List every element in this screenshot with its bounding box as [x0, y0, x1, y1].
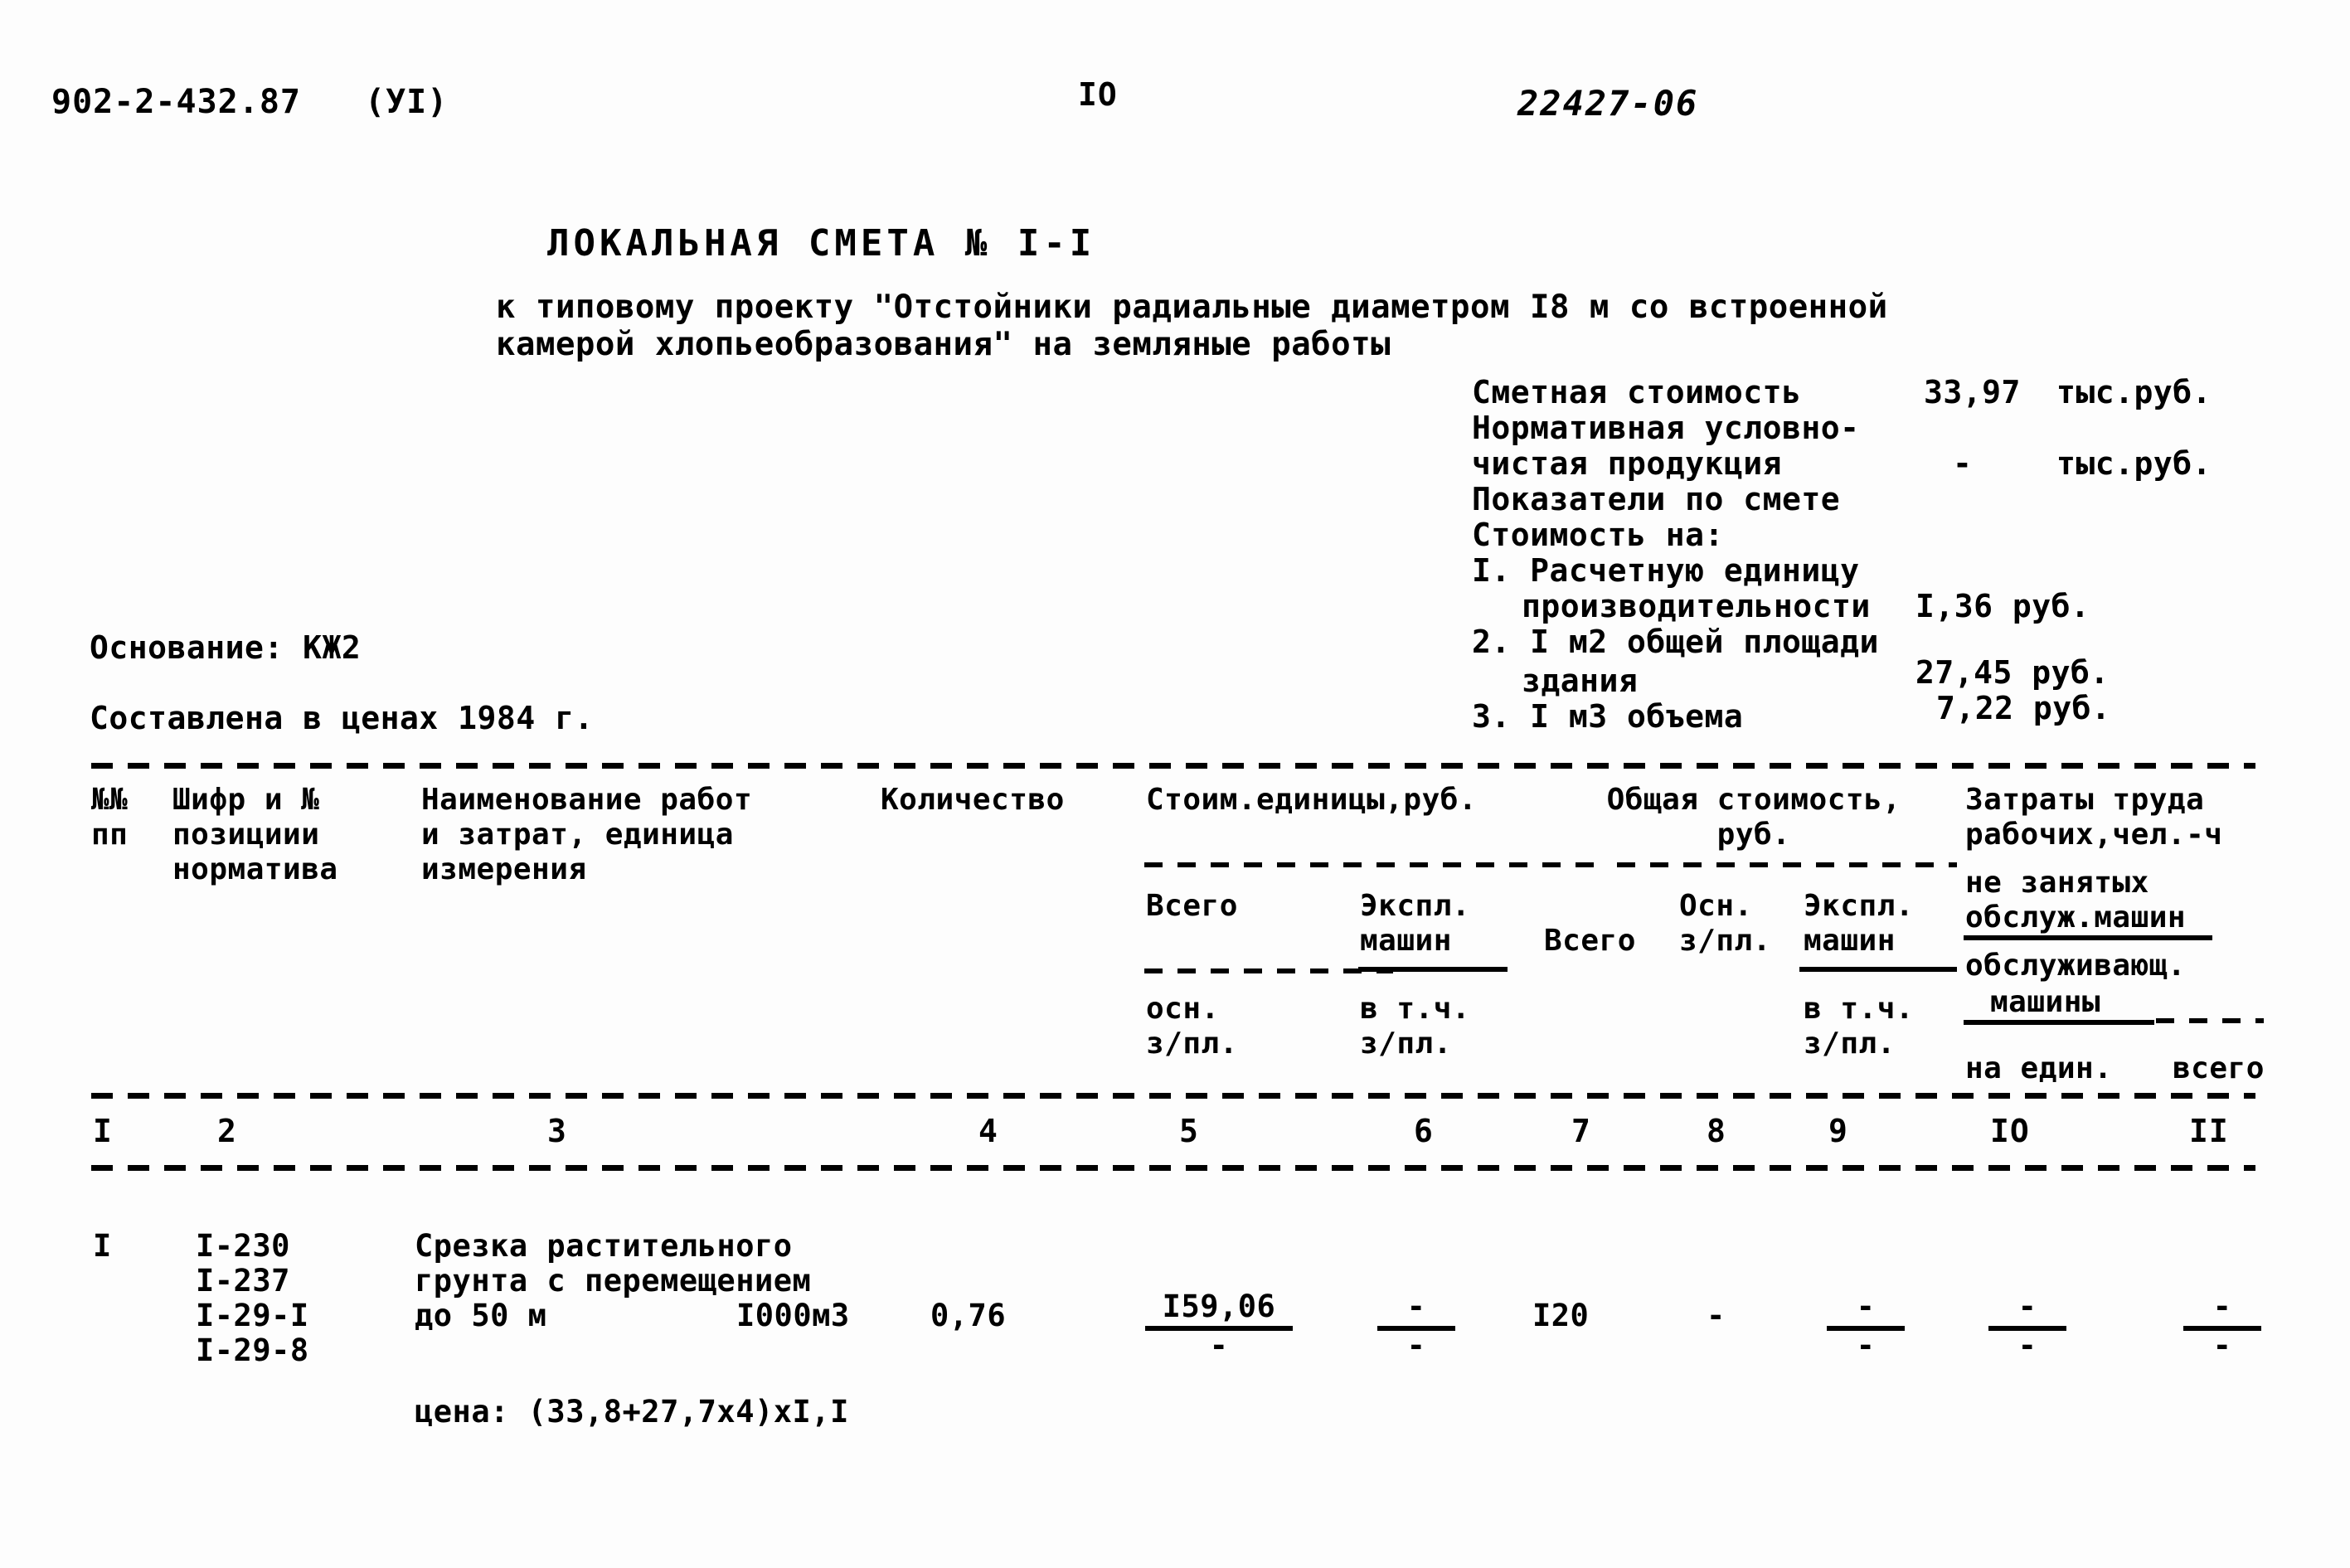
column-header-unit-cost-group: Стоим.единицы,руб. — [1146, 783, 1478, 817]
subheader-vsego-labour: всего — [2173, 1051, 2265, 1085]
subtitle-line-1: к типовому проекту "Отстойники радиальны… — [496, 289, 1888, 326]
page-title: ЛОКАЛЬНАЯ СМЕТА № I-I — [547, 222, 1096, 265]
subheader-ekspl-mashin: Экспл. машин — [1360, 889, 1471, 958]
column-numbers-top-rule — [91, 1093, 2255, 1099]
mashiny-underline — [1964, 1020, 2154, 1025]
summary-label-proizvoditelnosti: производительности — [1522, 588, 1871, 624]
unit-cost-machine-denominator: - — [1406, 1328, 1426, 1363]
labour-group-rule — [2156, 1018, 2264, 1023]
table-top-rule — [91, 763, 2255, 769]
summary-label-raschetnuyu: I. Расчетную единицу — [1472, 552, 1860, 589]
total-machine-numerator: - — [1856, 1289, 1876, 1324]
table-row-total-vsego: I20 — [1532, 1298, 1590, 1333]
summary-unit-smetnaya: тыс.руб. — [2056, 374, 2212, 410]
column-header-quantity: Количество — [881, 783, 1065, 817]
column-number-5: 5 — [1179, 1113, 1199, 1149]
table-row-unit-cost-machine: - - — [1367, 1289, 1466, 1363]
column-header-code: Шифр и № позициии норматива — [172, 783, 338, 886]
subheader-mashiny: машины — [1990, 985, 2101, 1019]
column-number-2: 2 — [217, 1113, 237, 1149]
summary-label-chistaya: чистая продукция — [1472, 445, 1783, 482]
table-row-total-osn-zpl: - — [1707, 1298, 1726, 1333]
table-row-unit: I000м3 — [736, 1298, 850, 1333]
subheader-vsego-total: Всего — [1544, 924, 1636, 958]
basis-label: Основание: КЖ2 — [90, 629, 362, 666]
subheader-obsluzhivayushch: обслуживающ. — [1965, 949, 2187, 983]
column-number-1: I — [93, 1113, 113, 1149]
summary-label-zdaniya: здания — [1522, 663, 1639, 699]
labour-vsego-numerator: - — [2212, 1289, 2232, 1324]
summary-value-smetnaya: 33,97 — [1924, 374, 2021, 410]
column-number-10: IO — [1990, 1113, 2030, 1149]
subheader-obsluzh-mashin: обслуж.машин — [1965, 901, 2187, 934]
column-header-total-cost-group: Общая стоимость, руб. — [1606, 783, 1901, 852]
column-number-6: 6 — [1414, 1113, 1434, 1149]
labour-vsego-denominator: - — [2212, 1328, 2232, 1363]
obsluzh-mashin-underline — [1964, 935, 2212, 940]
column-number-4: 4 — [978, 1113, 998, 1149]
table-row-labour-na-edin: - - — [1978, 1289, 2077, 1363]
subtitle-line-2: камерой хлопьеобразования" на земляные р… — [496, 326, 1391, 363]
total-cost-group-rule — [1617, 862, 1957, 867]
column-header-no: №№ пп — [91, 783, 129, 852]
document-page: 902-2-432.87 (УI) IO 22427-06 ЛОКАЛЬНАЯ … — [0, 0, 2350, 1568]
summary-label-obshchey-ploshchadi: 2. I м2 общей площади — [1472, 624, 1879, 660]
section-roman-numeral: (УI) — [365, 83, 449, 121]
summary-value-chistaya: - — [1953, 445, 1973, 482]
table-row-name-2: грунта с перемещением — [415, 1263, 812, 1299]
subheader-na-edin: на един. — [1965, 1051, 2113, 1085]
column-header-name: Наименование работ и затрат, единица изм… — [421, 783, 753, 886]
subheader-osn-zpl: Осн. з/пл. — [1679, 889, 1771, 958]
table-row-name-3: до 50 м — [415, 1298, 547, 1333]
summary-value-zdaniya: 27,45 руб. — [1915, 654, 2110, 691]
ekspl-mashin-underline — [1358, 967, 1508, 972]
unit-cost-total-denominator: - — [1209, 1328, 1229, 1363]
unit-cost-total-numerator: I59,06 — [1162, 1289, 1276, 1324]
total-machine-denominator: - — [1856, 1328, 1876, 1363]
column-number-9: 9 — [1828, 1113, 1848, 1149]
subheader-osn-zpl-unit: осн. з/пл. — [1146, 992, 1238, 1061]
table-row-total-machine: - - — [1816, 1289, 1915, 1363]
table-row-quantity: 0,76 — [930, 1298, 1007, 1333]
summary-label-stoimost-na: Стоимость на: — [1472, 517, 1724, 553]
unit-cost-group-rule — [1144, 862, 1609, 867]
table-row-no: I — [93, 1228, 112, 1264]
archive-stamp: 22427-06 — [1517, 83, 1699, 124]
subheader-vtch-zpl-unit: в т.ч. з/пл. — [1360, 992, 1471, 1061]
summary-label-smetnaya: Сметная стоимость — [1472, 374, 1802, 410]
ekspl-mashin-total-underline — [1799, 967, 1957, 972]
summary-value-proizvoditelnosti: I,36 руб. — [1915, 588, 2090, 624]
column-number-7: 7 — [1571, 1113, 1591, 1149]
unit-cost-machine-numerator: - — [1406, 1289, 1426, 1324]
column-numbers-bottom-rule — [91, 1165, 2255, 1171]
table-row-unit-cost-total: I59,06 - — [1136, 1289, 1302, 1363]
subheader-vtch-zpl-total: в т.ч. з/пл. — [1804, 992, 1915, 1061]
table-row-code-2: I-237 — [196, 1263, 290, 1299]
column-number-8: 8 — [1707, 1113, 1726, 1149]
subheader-ekspl-mashin-total: Экспл. машин — [1804, 889, 1915, 958]
vsego-sub-rule — [1144, 968, 1393, 973]
summary-label-pokazateli: Показатели по смете — [1472, 481, 1841, 517]
column-number-3: 3 — [547, 1113, 567, 1149]
table-row-labour-vsego: - - — [2173, 1289, 2272, 1363]
column-number-11: II — [2189, 1113, 2229, 1149]
table-row-price-note: цена: (33,8+27,7x4)xI,I — [415, 1394, 849, 1430]
prices-year-label: Составлена в ценах 1984 г. — [90, 700, 594, 736]
table-row-code-3: I-29-I — [196, 1298, 309, 1333]
summary-value-obyema: 7,22 руб. — [1936, 690, 2111, 726]
summary-label-normativnaya: Нормативная условно- — [1472, 410, 1860, 446]
document-code: 902-2-432.87 — [51, 83, 301, 121]
table-row-code-4: I-29-8 — [196, 1333, 309, 1368]
summary-unit-chistaya: тыс.руб. — [2056, 445, 2212, 482]
table-row-name-1: Срезка растительного — [415, 1228, 793, 1264]
summary-label-obyema: 3. I м3 объема — [1472, 698, 1744, 735]
page-number: IO — [1078, 76, 1118, 113]
subheader-vsego: Всего — [1146, 889, 1238, 923]
labour-na-edin-denominator: - — [2017, 1328, 2037, 1363]
column-header-labour-group: Затраты труда рабочих,чел.-ч — [1965, 783, 2223, 852]
table-row-code-1: I-230 — [196, 1228, 290, 1264]
subheader-ne-zanyatyh: не занятых — [1965, 866, 2149, 900]
labour-na-edin-numerator: - — [2017, 1289, 2037, 1324]
